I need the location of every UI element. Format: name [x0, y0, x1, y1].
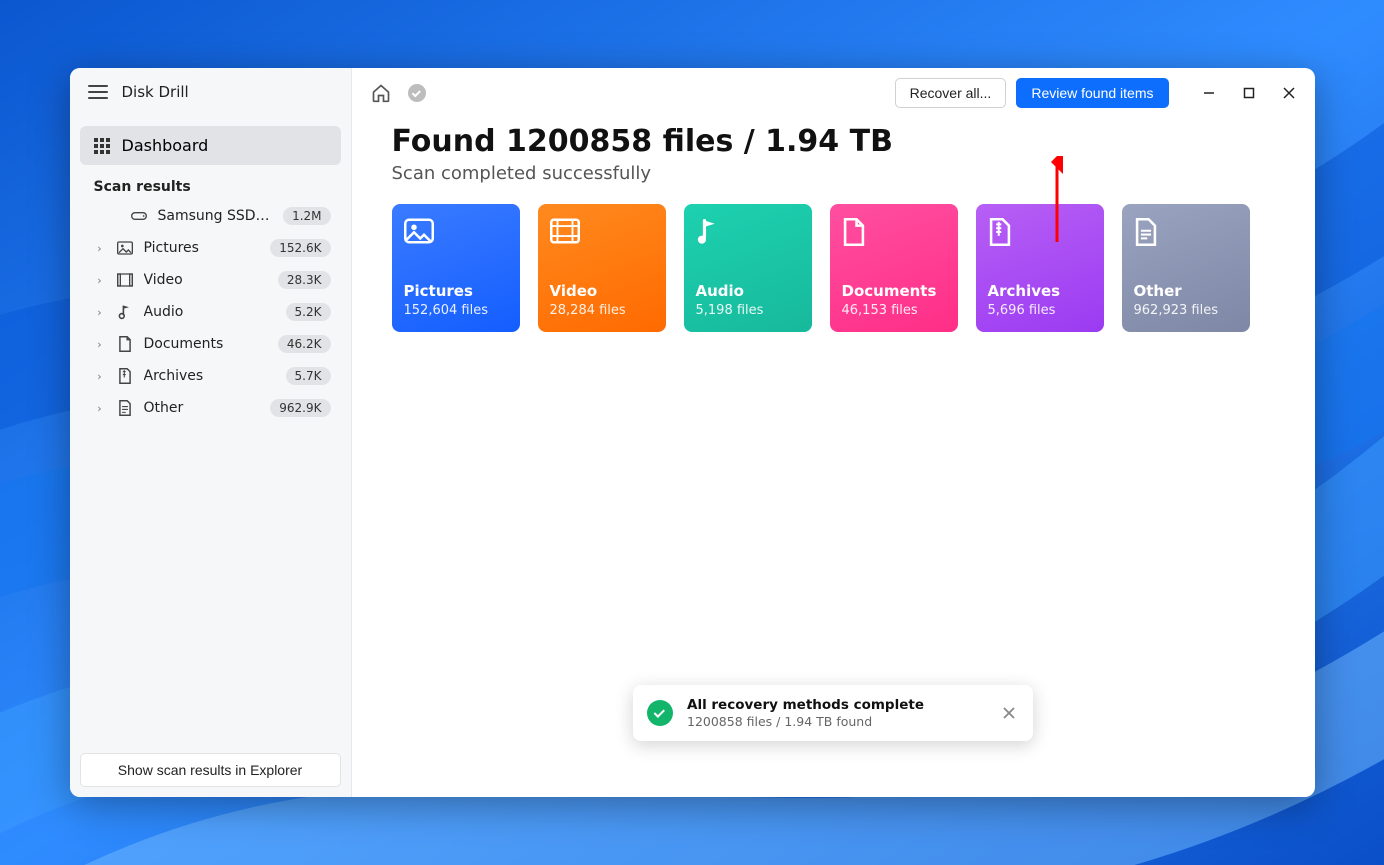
chevron-right-icon: › — [94, 274, 106, 287]
sidebar-item-label: Video — [144, 272, 268, 288]
count-badge: 962.9K — [270, 399, 330, 417]
menu-icon[interactable] — [88, 82, 108, 102]
app-title: Disk Drill — [122, 83, 189, 101]
pictures-icon — [404, 218, 508, 252]
sidebar-item-video[interactable]: › Video 28.3K — [80, 265, 341, 295]
tile-count: 46,153 files — [842, 303, 946, 318]
results-title: Found 1200858 files / 1.94 TB — [392, 124, 1275, 159]
toolbar: Recover all... Review found items — [352, 68, 1315, 118]
scan-results-section-label: Scan results — [80, 173, 341, 199]
chevron-right-icon: › — [94, 242, 106, 255]
tile-other[interactable]: Other 962,923 files — [1122, 204, 1250, 332]
chevron-right-icon: › — [94, 306, 106, 319]
sidebar-item-label: Documents — [144, 336, 268, 352]
tile-pictures[interactable]: Pictures 152,604 files — [392, 204, 520, 332]
results-subtitle: Scan completed successfully — [392, 163, 1275, 184]
home-button[interactable] — [370, 82, 392, 104]
sidebar-item-pictures[interactable]: › Pictures 152.6K — [80, 233, 341, 263]
close-button[interactable] — [1281, 85, 1297, 101]
main-panel: Recover all... Review found items Found … — [352, 68, 1315, 797]
sidebar-item-label: Pictures — [144, 240, 261, 256]
tile-count: 5,696 files — [988, 303, 1092, 318]
review-found-items-button[interactable]: Review found items — [1016, 78, 1168, 108]
completion-toast: All recovery methods complete 1200858 fi… — [633, 685, 1033, 741]
audio-icon — [116, 304, 134, 320]
tile-count: 962,923 files — [1134, 303, 1238, 318]
tile-count: 5,198 files — [696, 303, 800, 318]
chevron-right-icon: › — [94, 370, 106, 383]
minimize-button[interactable] — [1201, 85, 1217, 101]
tile-count: 28,284 files — [550, 303, 654, 318]
count-badge: 1.2M — [283, 207, 330, 225]
document-icon — [116, 336, 134, 352]
tile-video[interactable]: Video 28,284 files — [538, 204, 666, 332]
recover-all-button[interactable]: Recover all... — [895, 78, 1007, 108]
pictures-icon — [116, 241, 134, 255]
sidebar-item-drive[interactable]: Samsung SSD 970 EVO... 1.2M — [80, 201, 341, 231]
other-icon — [116, 400, 134, 416]
success-check-icon — [647, 700, 673, 726]
tile-name: Documents — [842, 282, 946, 300]
toast-subtitle: 1200858 files / 1.94 TB found — [687, 714, 985, 729]
count-badge: 5.2K — [286, 303, 331, 321]
sidebar: Disk Drill Dashboard Scan results Samsun… — [70, 68, 352, 797]
sidebar-item-documents[interactable]: › Documents 46.2K — [80, 329, 341, 359]
drive-icon — [130, 210, 148, 222]
document-icon — [842, 218, 946, 252]
other-icon — [1134, 218, 1238, 252]
app-window: Disk Drill Dashboard Scan results Samsun… — [70, 68, 1315, 797]
toast-close-button[interactable] — [999, 700, 1019, 727]
chevron-right-icon: › — [94, 338, 106, 351]
tile-name: Audio — [696, 282, 800, 300]
sidebar-item-audio[interactable]: › Audio 5.2K — [80, 297, 341, 327]
sidebar-item-label: Audio — [144, 304, 276, 320]
video-icon — [550, 218, 654, 252]
status-check-icon — [406, 82, 428, 104]
archive-icon — [116, 368, 134, 384]
sidebar-item-archives[interactable]: › Archives 5.7K — [80, 361, 341, 391]
chevron-right-icon: › — [94, 402, 106, 415]
tile-archives[interactable]: Archives 5,696 files — [976, 204, 1104, 332]
toast-title: All recovery methods complete — [687, 697, 985, 713]
tile-name: Archives — [988, 282, 1092, 300]
tile-count: 152,604 files — [404, 303, 508, 318]
tile-name: Other — [1134, 282, 1238, 300]
count-badge: 46.2K — [278, 335, 331, 353]
sidebar-item-label: Samsung SSD 970 EVO... — [158, 208, 274, 224]
sidebar-item-other[interactable]: › Other 962.9K — [80, 393, 341, 423]
count-badge: 152.6K — [270, 239, 330, 257]
sidebar-item-label: Other — [144, 400, 261, 416]
sidebar-item-label: Dashboard — [122, 136, 209, 155]
tile-documents[interactable]: Documents 46,153 files — [830, 204, 958, 332]
video-icon — [116, 273, 134, 287]
tile-name: Pictures — [404, 282, 508, 300]
sidebar-item-dashboard[interactable]: Dashboard — [80, 126, 341, 165]
category-tiles: Pictures 152,604 files Video 28,284 file… — [392, 204, 1275, 332]
audio-icon — [696, 218, 800, 252]
tile-audio[interactable]: Audio 5,198 files — [684, 204, 812, 332]
count-badge: 28.3K — [278, 271, 331, 289]
count-badge: 5.7K — [286, 367, 331, 385]
archive-icon — [988, 218, 1092, 252]
sidebar-item-label: Archives — [144, 368, 276, 384]
grid-icon — [94, 138, 110, 154]
maximize-button[interactable] — [1241, 85, 1257, 101]
tile-name: Video — [550, 282, 654, 300]
show-in-explorer-button[interactable]: Show scan results in Explorer — [80, 753, 341, 787]
